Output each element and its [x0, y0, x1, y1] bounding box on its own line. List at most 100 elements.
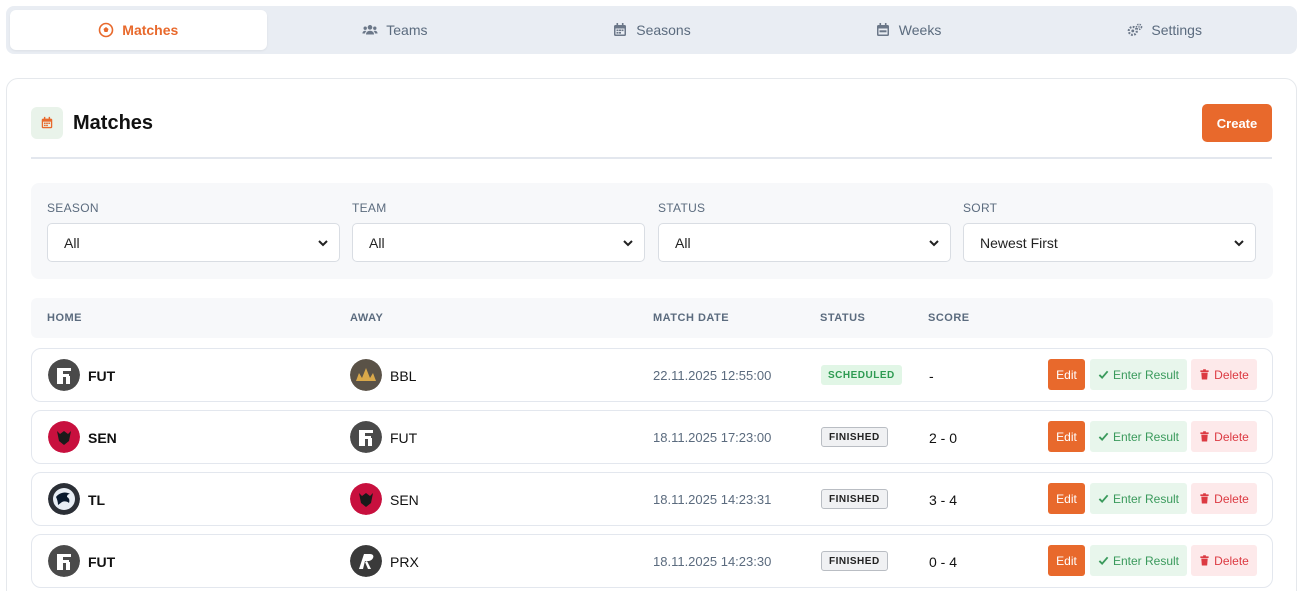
tab-teams[interactable]: Teams	[267, 10, 524, 50]
delete-button[interactable]: Delete	[1191, 421, 1257, 452]
enter-result-button[interactable]: Enter Result	[1090, 483, 1187, 514]
away-team: FUT	[390, 430, 418, 446]
button-label: Delete	[1214, 491, 1249, 506]
button-label: Enter Result	[1112, 553, 1180, 568]
calendar-week-icon	[876, 23, 889, 36]
tab-matches[interactable]: Matches	[10, 10, 267, 50]
cogs-icon	[1128, 23, 1143, 36]
card-header: Matches Create	[31, 104, 1272, 159]
chevron-down-icon	[1234, 239, 1244, 246]
select-value: All	[369, 234, 385, 251]
tab-label: Seasons	[636, 22, 691, 38]
button-label: Enter Result	[1112, 367, 1180, 382]
chevron-down-icon	[318, 239, 328, 246]
filter-panel: SEASON All TEAM All STATUS All SORT Newe…	[31, 183, 1273, 279]
check-icon	[1098, 556, 1109, 566]
season-filter: SEASON All	[47, 201, 340, 262]
tab-bar: Matches Teams Seasons Weeks Settings	[6, 6, 1297, 54]
fut-logo	[350, 421, 382, 453]
button-label: Delete	[1214, 429, 1249, 444]
tab-label: Settings	[1151, 22, 1202, 38]
table-row: TL SEN 18.11.2025 14:23:31 FINISHED 3 - …	[31, 472, 1273, 526]
edit-button[interactable]: Edit	[1048, 545, 1085, 576]
tab-label: Teams	[386, 22, 428, 38]
team-select[interactable]: All	[352, 223, 645, 262]
column-header-date: MATCH DATE	[653, 312, 730, 324]
status-badge: FINISHED	[821, 427, 888, 447]
table-row: SEN FUT 18.11.2025 17:23:00 FINISHED 2 -…	[31, 410, 1273, 464]
column-header-score: SCORE	[928, 312, 970, 324]
trash-icon	[1200, 431, 1209, 442]
filter-label: SORT	[963, 201, 998, 215]
fut-logo	[48, 545, 80, 577]
prx-logo	[350, 545, 382, 577]
edit-button[interactable]: Edit	[1048, 421, 1085, 452]
button-label: Enter Result	[1112, 491, 1180, 506]
tl-logo	[48, 483, 80, 515]
home-team: TL	[88, 492, 106, 508]
table-header: HOME AWAY MATCH DATE STATUS SCORE	[31, 298, 1273, 338]
match-score: 3 - 4	[929, 492, 958, 508]
tab-label: Matches	[122, 22, 179, 38]
sort-select[interactable]: Newest First	[963, 223, 1256, 262]
select-value: All	[64, 234, 80, 251]
home-team: FUT	[88, 368, 116, 384]
sen-logo	[48, 421, 80, 453]
button-label: Delete	[1214, 553, 1249, 568]
column-header-status: STATUS	[820, 312, 866, 324]
home-team: FUT	[88, 554, 116, 570]
button-label: Enter Result	[1112, 429, 1180, 444]
futbol-icon	[98, 22, 114, 38]
status-badge: SCHEDULED	[821, 365, 902, 385]
match-score: 2 - 0	[929, 430, 958, 446]
tab-settings[interactable]: Settings	[1036, 10, 1293, 50]
column-header-away: AWAY	[350, 312, 384, 324]
edit-button[interactable]: Edit	[1048, 359, 1085, 390]
select-value: Newest First	[980, 234, 1058, 251]
status-filter: STATUS All	[658, 201, 951, 262]
filter-label: SEASON	[47, 201, 99, 215]
table-row: FUT BBL 22.11.2025 12:55:00 SCHEDULED - …	[31, 348, 1273, 402]
users-icon	[362, 25, 378, 35]
enter-result-button[interactable]: Enter Result	[1090, 421, 1187, 452]
match-date: 18.11.2025 14:23:31	[653, 492, 772, 507]
tab-label: Weeks	[898, 22, 942, 38]
delete-button[interactable]: Delete	[1191, 545, 1257, 576]
button-label: Delete	[1214, 367, 1249, 382]
matches-card: Matches Create SEASON All TEAM All STATU…	[6, 78, 1297, 591]
sen-logo	[350, 483, 382, 515]
delete-button[interactable]: Delete	[1191, 359, 1257, 390]
trash-icon	[1200, 493, 1209, 504]
fut-logo	[48, 359, 80, 391]
select-value: All	[675, 234, 691, 251]
trash-icon	[1200, 369, 1209, 380]
season-select[interactable]: All	[47, 223, 340, 262]
filter-label: STATUS	[658, 201, 706, 215]
match-score: 0 - 4	[929, 554, 958, 570]
away-team: SEN	[390, 492, 419, 508]
status-badge: FINISHED	[821, 489, 888, 509]
create-button[interactable]: Create	[1202, 104, 1272, 142]
table-row: FUT PRX 18.11.2025 14:23:30 FINISHED 0 -…	[31, 534, 1273, 588]
trash-icon	[1200, 555, 1209, 566]
away-team: PRX	[390, 554, 419, 570]
chevron-down-icon	[929, 239, 939, 246]
check-icon	[1098, 370, 1109, 380]
tab-weeks[interactable]: Weeks	[780, 10, 1037, 50]
calendar-icon	[31, 107, 63, 139]
enter-result-button[interactable]: Enter Result	[1090, 545, 1187, 576]
check-icon	[1098, 432, 1109, 442]
enter-result-button[interactable]: Enter Result	[1090, 359, 1187, 390]
home-team: SEN	[88, 430, 117, 446]
tab-seasons[interactable]: Seasons	[523, 10, 780, 50]
check-icon	[1098, 494, 1109, 504]
calendar-icon	[614, 23, 627, 36]
team-filter: TEAM All	[352, 201, 645, 262]
bbl-logo	[350, 359, 382, 391]
edit-button[interactable]: Edit	[1048, 483, 1085, 514]
match-date: 18.11.2025 14:23:30	[653, 554, 772, 569]
match-date: 22.11.2025 12:55:00	[653, 368, 772, 383]
delete-button[interactable]: Delete	[1191, 483, 1257, 514]
filter-label: TEAM	[352, 201, 387, 215]
status-select[interactable]: All	[658, 223, 951, 262]
